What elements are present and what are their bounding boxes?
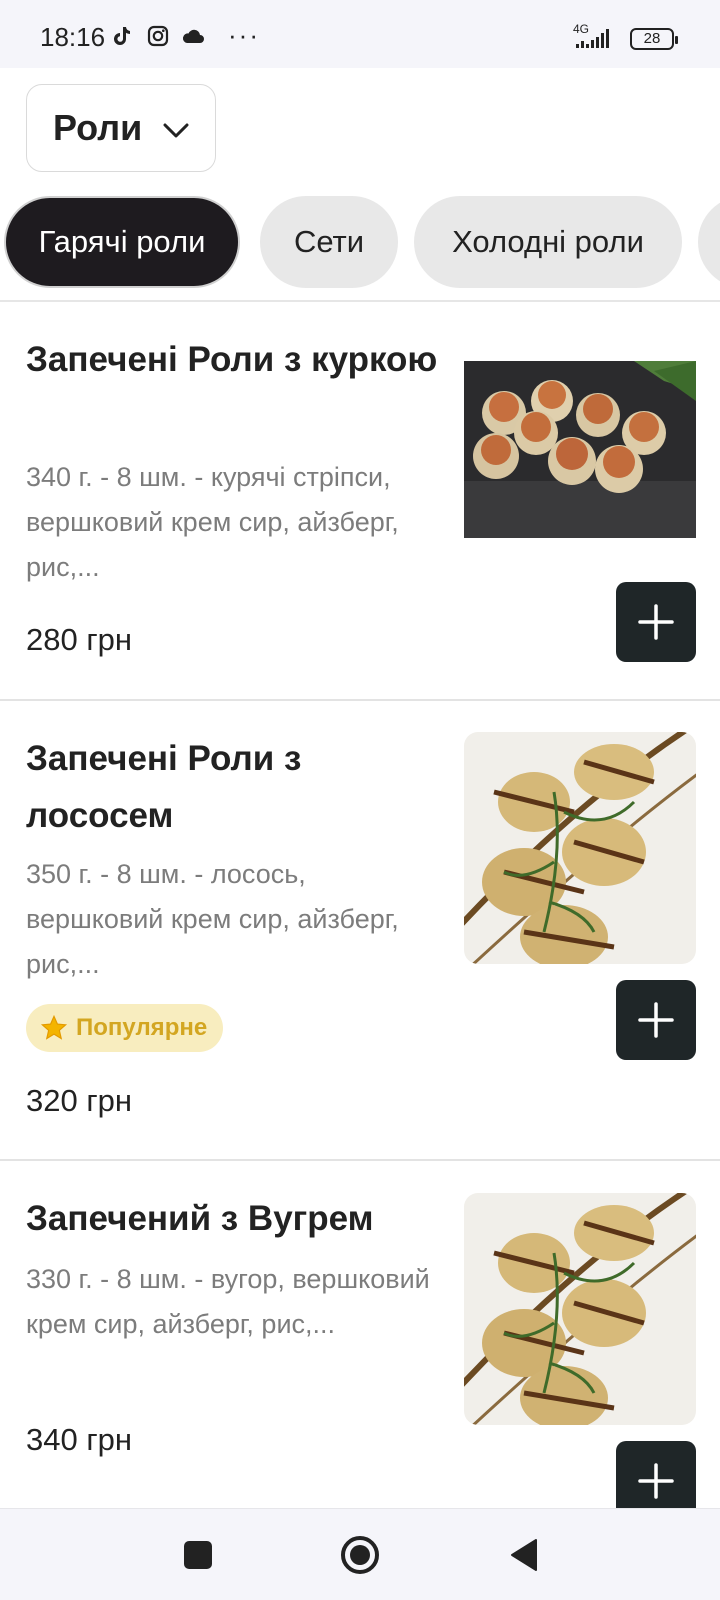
item-description: 350 г. - 8 шм. - лосось, вершковий крем … — [26, 859, 399, 979]
star-icon — [40, 1014, 68, 1040]
tab-label: Сети — [293, 224, 365, 259]
item-price: 320 грн — [26, 1083, 133, 1118]
back-triangle-icon — [511, 1539, 537, 1571]
item-title: Запечені Роли з куркою — [26, 340, 438, 379]
more-dots-icon: ··· — [228, 20, 260, 50]
plus-icon — [638, 604, 674, 640]
add-to-cart-button[interactable] — [616, 1441, 696, 1508]
item-price: 340 грн — [26, 1422, 133, 1457]
divider — [0, 699, 720, 701]
tab-label: Гарячі роли — [38, 224, 206, 259]
status-time: 18:16 — [40, 22, 106, 52]
popular-badge: Популярне — [26, 1004, 224, 1052]
system-nav-bar — [0, 1508, 720, 1600]
add-to-cart-button[interactable] — [616, 980, 696, 1060]
item-title: Запечені Роли з лососем — [26, 739, 302, 835]
category-tabs: Гарячі роли Сети Холодні роли — [0, 196, 720, 288]
plus-icon — [638, 1463, 674, 1499]
add-to-cart-button[interactable] — [616, 582, 696, 662]
divider — [0, 1159, 720, 1161]
signal-icon — [576, 29, 609, 48]
item-image[interactable] — [464, 732, 696, 964]
circle-icon — [341, 1536, 379, 1574]
item-description: 330 г. - 8 шм. - вугор, вершковий крем с… — [26, 1264, 430, 1339]
tab-label: Холодні роли — [452, 224, 644, 259]
cloud-icon — [182, 29, 204, 43]
home-button[interactable] — [336, 1531, 384, 1579]
category-dropdown-label: Роли — [53, 107, 143, 148]
tab-cold-rolls[interactable]: Холодні роли — [414, 196, 682, 288]
badge-label: Популярне — [76, 1014, 208, 1041]
tab-hot-rolls[interactable]: Гарячі роли — [4, 196, 240, 288]
item-description: 340 г. - 8 шм. - курячі стріпси, вершков… — [26, 462, 399, 582]
tab-sets[interactable]: Сети — [260, 196, 398, 288]
item-image[interactable] — [464, 361, 696, 538]
divider — [0, 300, 720, 302]
battery-icon: 28 — [630, 28, 678, 50]
square-icon — [184, 1541, 212, 1569]
plus-icon — [638, 1002, 674, 1038]
tab-more[interactable] — [698, 196, 720, 288]
item-title: Запечений з Вугрем — [26, 1199, 374, 1238]
battery-level: 28 — [643, 30, 661, 47]
tiktok-icon — [114, 27, 130, 45]
recent-apps-button[interactable] — [174, 1531, 222, 1579]
item-price: 280 грн — [26, 622, 133, 657]
back-button[interactable] — [500, 1531, 548, 1579]
chevron-down-icon — [163, 123, 189, 138]
item-image[interactable] — [464, 1193, 696, 1425]
instagram-icon — [147, 25, 169, 47]
status-bar: 18:16 ··· 4G 28 — [0, 0, 720, 68]
category-dropdown[interactable]: Роли — [26, 84, 216, 172]
